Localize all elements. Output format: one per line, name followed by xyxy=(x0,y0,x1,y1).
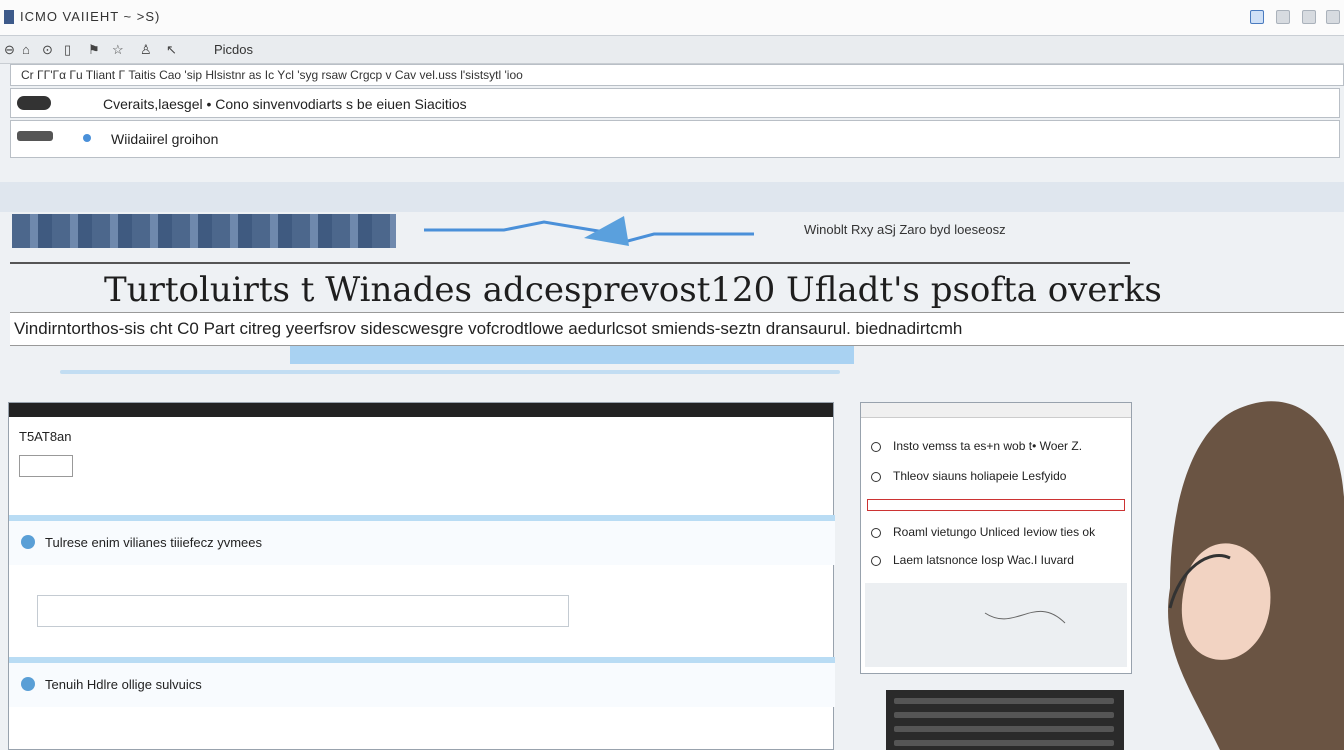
banner-image xyxy=(12,214,396,248)
home-icon[interactable]: ⌂ xyxy=(22,42,30,57)
side-panel-chrome xyxy=(861,403,1131,418)
minimize-icon[interactable] xyxy=(1276,10,1290,24)
dark-row xyxy=(894,726,1114,732)
row-primary-text: Cveraits,laesgel • Cono sinvenvodiarts s… xyxy=(103,96,467,112)
list-item[interactable]: Laem latsnonce Iosp Wac.I Iuvard xyxy=(871,553,1074,567)
bullet-icon xyxy=(871,527,881,538)
list-item-label: Laem latsnonce Iosp Wac.I Iuvard xyxy=(893,553,1074,567)
back-icon[interactable]: ⊖ xyxy=(4,42,15,58)
dark-window xyxy=(886,690,1124,750)
pin-icon[interactable]: ⊙ xyxy=(42,42,53,58)
section-one[interactable]: Tulrese enim vilianes tiiiefecz yvmees xyxy=(9,515,835,565)
separator xyxy=(10,254,1130,264)
folder-icon[interactable]: ▯ xyxy=(64,42,71,58)
dark-row xyxy=(894,698,1114,704)
app-icon xyxy=(4,10,14,24)
maximize-icon[interactable] xyxy=(1302,10,1316,24)
dark-row xyxy=(894,712,1114,718)
section-one-text: Tulrese enim vilianes tiiiefecz yvmees xyxy=(45,535,262,550)
cursor-icon[interactable]: ↖ xyxy=(166,42,177,58)
close-icon[interactable] xyxy=(1326,10,1340,24)
list-item[interactable]: Insto vemss ta es+n wob t• Woer Z. xyxy=(871,439,1082,453)
panel-field[interactable] xyxy=(37,595,569,627)
row-secondary[interactable]: Wiidaiirel groihon xyxy=(10,120,1340,158)
toolbar: ⊖ ⌂ ⊙ ▯ ⚑ ☆ ♙ ↖ Picdos xyxy=(0,36,1344,64)
description-text: Vindirntorthos-sis cht C0 Part citreg ye… xyxy=(14,319,963,338)
title-bar: ICMO VAIIEHT ~ >S) xyxy=(0,0,1344,36)
list-item-label: Roaml vietungo Unliced Ieviow ties ok xyxy=(893,525,1096,539)
bullet-icon xyxy=(871,555,881,566)
search-field[interactable] xyxy=(867,499,1125,511)
star-icon[interactable]: ☆ xyxy=(112,42,124,58)
menu-items-text[interactable]: Cr ΓΓ'Γα Γu Tliant Γ Taitis Cao 'sip Hls… xyxy=(21,68,523,82)
divider-band xyxy=(0,182,1344,212)
person-icon[interactable]: ♙ xyxy=(140,42,152,58)
toolbar-label: Picdos xyxy=(214,42,254,57)
page-title: Turtoluirts t Winades adcesprevost120 Uf… xyxy=(104,270,1162,310)
switch-icon[interactable] xyxy=(17,131,53,141)
section-two[interactable]: Tenuih Hdlre ollige sulvuics xyxy=(9,657,835,707)
description-box: Vindirntorthos-sis cht C0 Part citreg ye… xyxy=(10,312,1344,346)
status-dot-icon xyxy=(83,134,91,142)
toggle-icon[interactable] xyxy=(17,96,51,110)
list-item[interactable]: Thleov siauns holiapeie Lesfyido xyxy=(871,469,1066,483)
bullet-icon xyxy=(871,471,881,482)
flag-icon[interactable]: ⚑ xyxy=(88,42,100,58)
main-panel: T5AT8an Tulrese enim vilianes tiiiefecz … xyxy=(8,402,835,750)
sketch-image xyxy=(865,583,1127,667)
header-strip-text: Winoblt Rxy aSj Zaro byd loeseosz xyxy=(804,222,1006,237)
panel-input[interactable] xyxy=(19,455,73,477)
person-illustration xyxy=(1168,401,1344,750)
progress-line xyxy=(60,370,840,374)
highlight-bar[interactable] xyxy=(290,346,854,364)
menu-bar[interactable]: Cr ΓΓ'Γα Γu Tliant Γ Taitis Cao 'sip Hls… xyxy=(10,64,1344,86)
info-icon xyxy=(21,677,35,691)
list-item-label: Insto vemss ta es+n wob t• Woer Z. xyxy=(893,439,1083,453)
panel-header: T5AT8an xyxy=(19,429,72,444)
window-title: ICMO VAIIEHT ~ >S) xyxy=(20,9,161,24)
bullet-icon xyxy=(871,441,881,452)
panel-chrome xyxy=(9,403,833,417)
menu-icon[interactable] xyxy=(1250,10,1264,24)
wave-graphic xyxy=(424,216,754,246)
list-item[interactable]: Roaml vietungo Unliced Ieviow ties ok xyxy=(871,525,1095,539)
row-secondary-text: Wiidaiirel groihon xyxy=(111,131,219,147)
info-icon xyxy=(21,535,35,549)
list-item-label: Thleov siauns holiapeie Lesfyido xyxy=(893,469,1067,483)
side-panel: Insto vemss ta es+n wob t• Woer Z. Thleo… xyxy=(860,402,1132,674)
section-two-text: Tenuih Hdlre ollige sulvuics xyxy=(45,677,202,692)
dark-row xyxy=(894,740,1114,746)
row-primary[interactable]: Cveraits,laesgel • Cono sinvenvodiarts s… xyxy=(10,88,1340,118)
